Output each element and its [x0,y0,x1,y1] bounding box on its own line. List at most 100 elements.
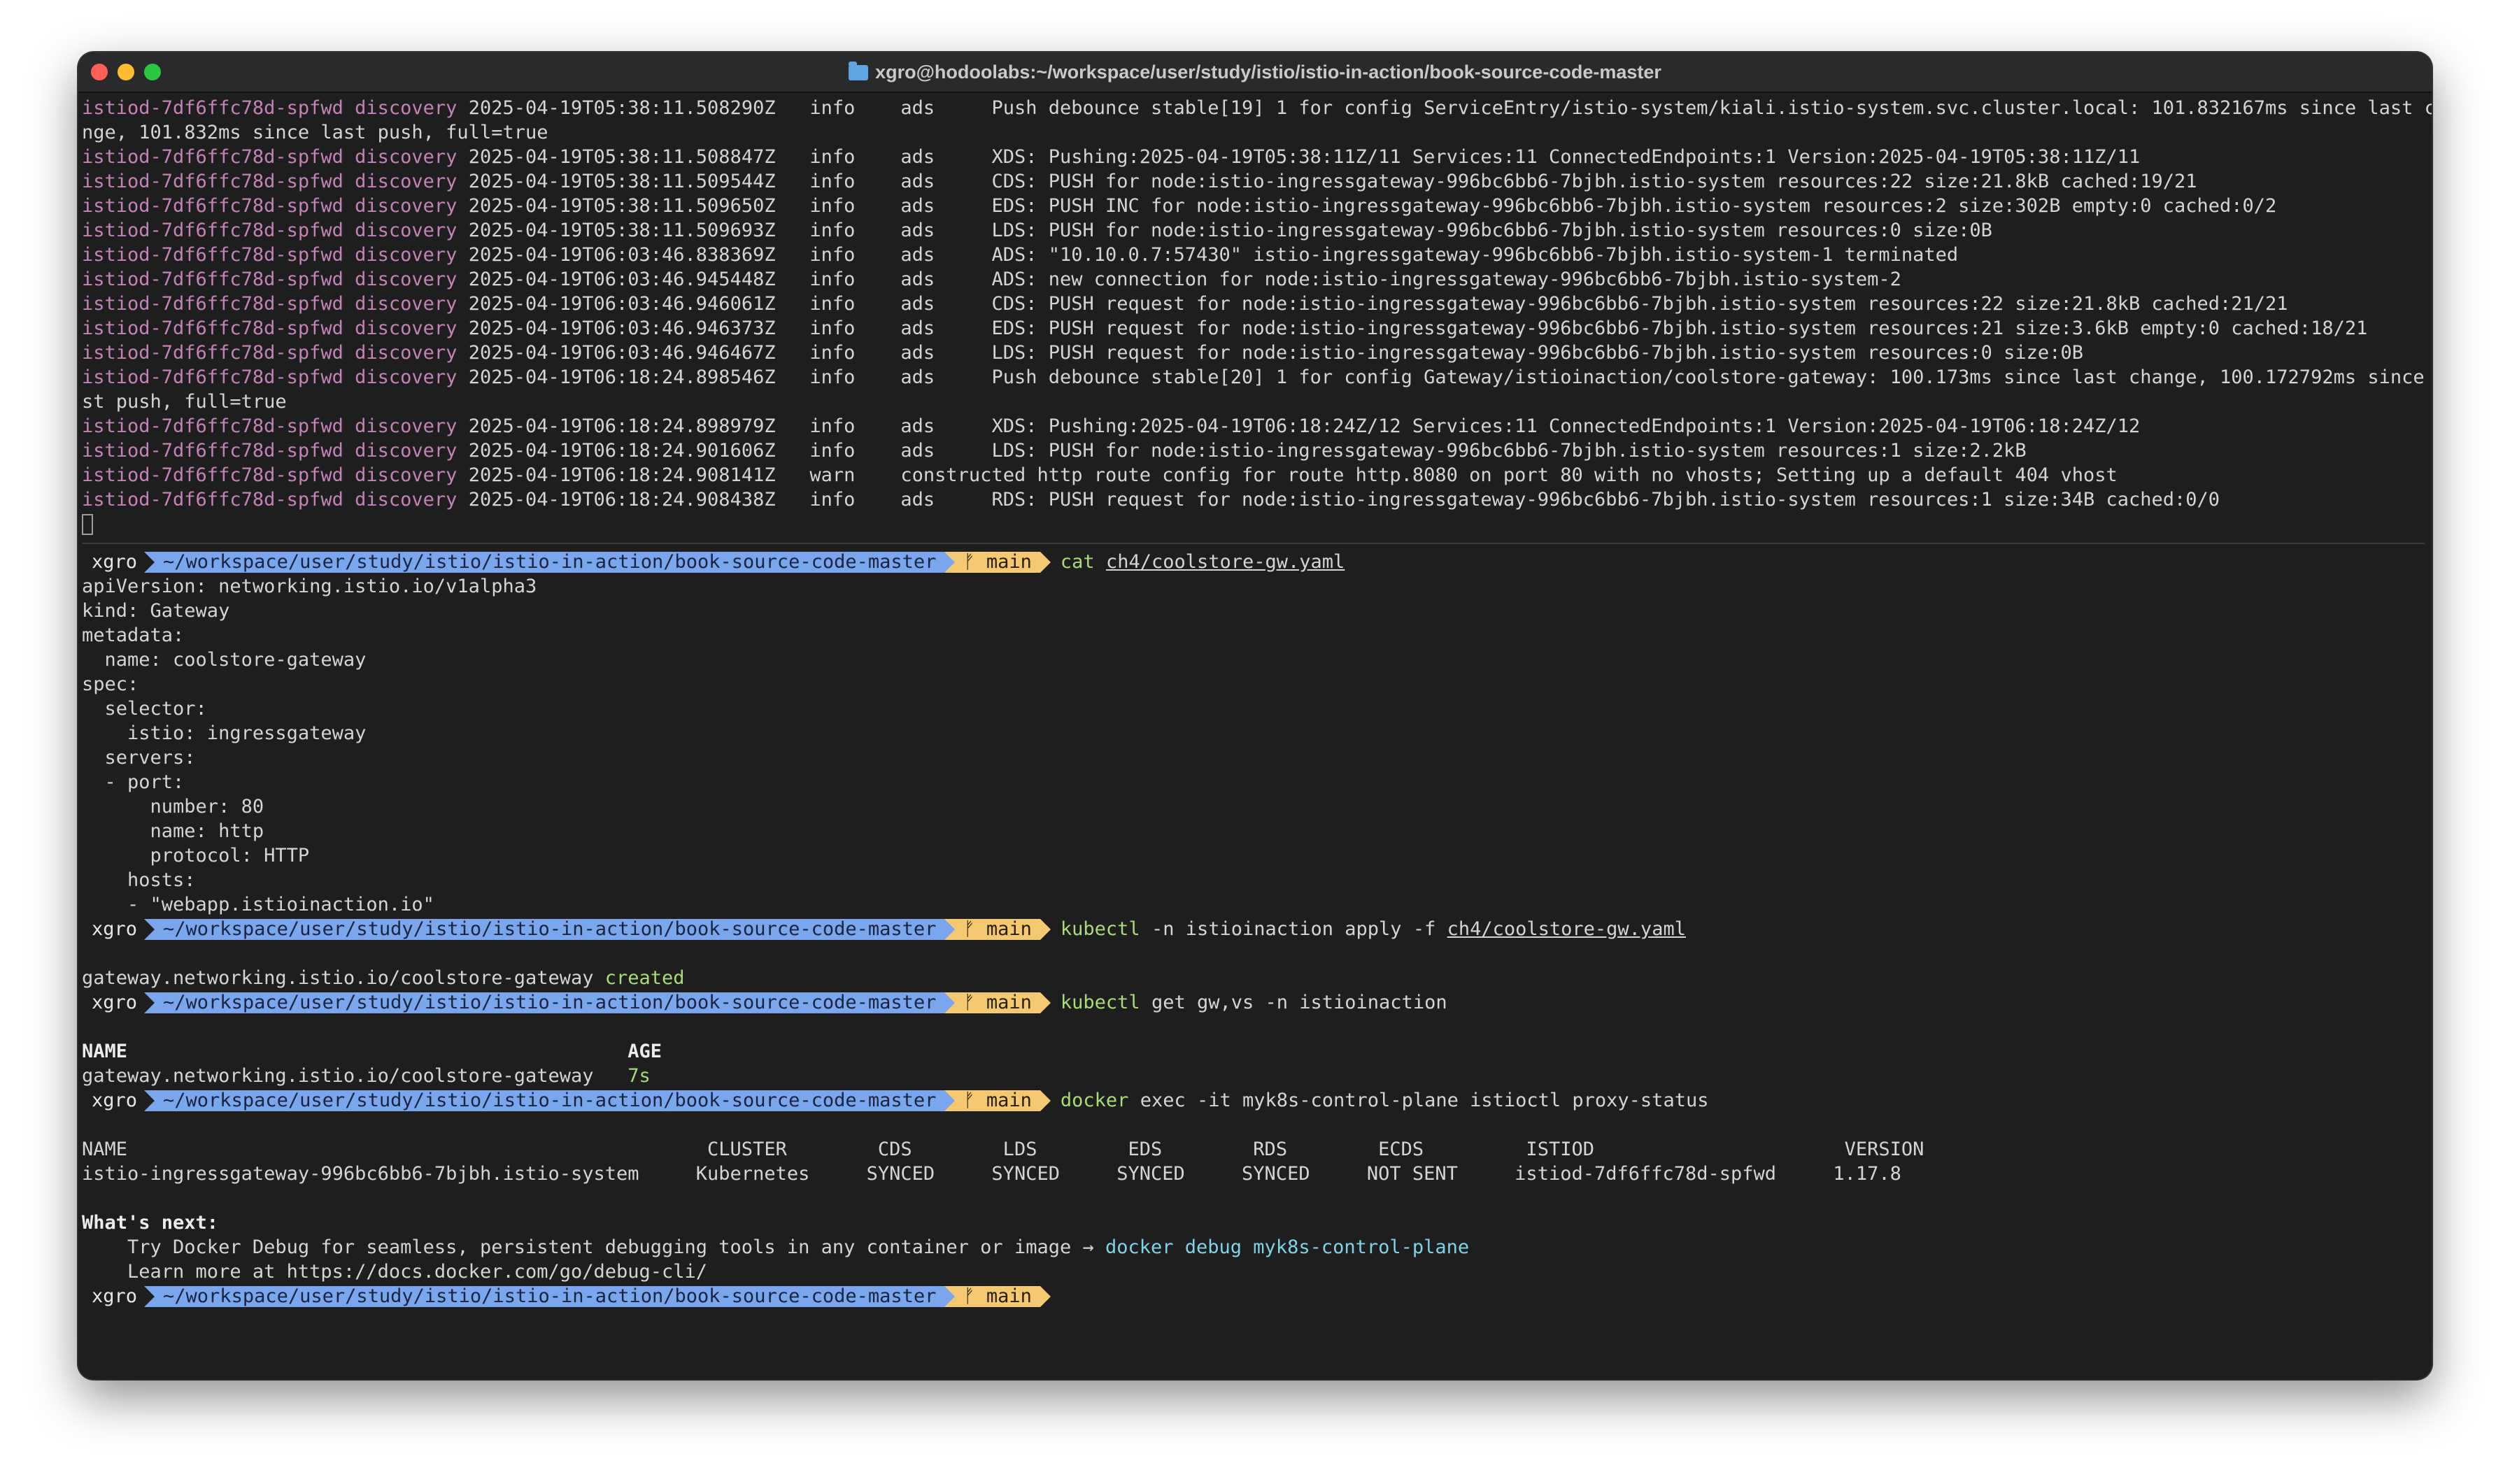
docker-debug-command: docker debug myk8s-control-plane [1105,1236,1470,1258]
prompt-user: xgro [82,992,145,1013]
log-line: istiod-7df6ffc78d-spfwd discovery 2025-0… [82,169,2425,194]
log-line: istiod-7df6ffc78d-spfwd discovery 2025-0… [82,267,2425,292]
log-line: nge, 101.832ms since last push, full=tru… [82,120,2425,145]
prompt-separator-arrow [944,918,956,940]
log-text: 2025-04-19T06:18:24.898979Z info ads XDS… [457,415,2141,437]
shell-prompt: xgro ~/workspace/user/study/istio/istio-… [82,990,2425,1015]
prompt-path: ~/workspace/user/study/istio/istio-in-ac… [155,992,945,1013]
prompt-separator-arrow [944,1090,956,1111]
command: docker exec -it myk8s-control-plane isti… [1061,1088,1709,1113]
log-pod-name: istiod-7df6ffc78d-spfwd discovery [82,244,458,266]
yaml-line: metadata: [82,625,185,646]
prompt-path: ~/workspace/user/study/istio/istio-in-ac… [155,1090,945,1111]
prompt-end-arrow [1040,1285,1051,1307]
command-args: get gw,vs -n istioinaction [1140,992,1447,1013]
close-button[interactable] [91,64,108,80]
yaml-line: selector: [82,698,207,720]
resource-name: gateway.networking.istio.io/coolstore-ga… [82,967,605,989]
log-pod-name: istiod-7df6ffc78d-spfwd discovery [82,440,458,462]
command: kubectl get gw,vs -n istioinaction [1061,990,1447,1015]
command-bin: docker [1060,1090,1129,1111]
whats-next-text: Try Docker Debug for seamless, persisten… [82,1236,1105,1258]
log-pod-name: istiod-7df6ffc78d-spfwd discovery [82,318,458,339]
log-line: istiod-7df6ffc78d-spfwd discovery 2025-0… [82,218,2425,243]
log-line: istiod-7df6ffc78d-spfwd discovery 2025-0… [82,96,2432,120]
cursor [82,514,93,535]
table-row: gateway.networking.istio.io/coolstore-ga… [82,1064,2425,1088]
log-line: istiod-7df6ffc78d-spfwd discovery 2025-0… [82,463,2425,487]
cursor-line [82,512,2425,540]
prompt-separator-arrow [144,1090,155,1111]
log-pod-name: istiod-7df6ffc78d-spfwd discovery [82,97,458,119]
yaml-line: hosts: [82,869,196,891]
log-line: istiod-7df6ffc78d-spfwd discovery 2025-0… [82,487,2425,512]
log-line: istiod-7df6ffc78d-spfwd discovery 2025-0… [82,414,2425,438]
log-line: istiod-7df6ffc78d-spfwd discovery 2025-0… [82,145,2425,169]
prompt-branch: ᚠ main [955,992,1040,1013]
log-line: istiod-7df6ffc78d-spfwd discovery 2025-0… [82,438,2425,463]
log-line: istiod-7df6ffc78d-spfwd discovery 2025-0… [82,243,2425,267]
window-controls [91,64,161,80]
prompt-end-arrow [1040,918,1051,940]
yaml-line: istio: ingressgateway [82,722,367,744]
log-text: 2025-04-19T05:38:11.509650Z info ads EDS… [457,195,2277,217]
yaml-line: name: coolstore-gateway [82,649,367,671]
log-text: 2025-04-19T06:03:46.945448Z info ads ADS… [457,269,1901,290]
log-pod-name: istiod-7df6ffc78d-spfwd discovery [82,146,458,168]
yaml-output: apiVersion: networking.istio.io/v1alpha3… [82,574,2425,917]
log-text: 2025-04-19T06:03:46.946061Z info ads CDS… [457,293,2288,315]
pane-separator [82,543,2425,544]
command-file: ch4/coolstore-gw.yaml [1105,551,1345,573]
log-text: 2025-04-19T06:18:24.908438Z info ads RDS… [457,489,2220,511]
prompt-separator-arrow [944,551,956,573]
command-args: -n istioinaction apply -f [1140,918,1447,940]
learn-more-line: Learn more at https://docs.docker.com/go… [82,1261,708,1283]
zoom-button[interactable] [144,64,161,80]
prompt-separator-arrow [144,1285,155,1307]
shell-prompt: xgro ~/workspace/user/study/istio/istio-… [82,1088,2425,1113]
prompt-separator-arrow [944,992,956,1013]
log-text: 2025-04-19T05:38:11.508847Z info ads XDS… [457,146,2141,168]
log-pod-name: istiod-7df6ffc78d-spfwd discovery [82,269,458,290]
terminal-window: xgro@hodoolabs:~/workspace/user/study/is… [78,52,2432,1379]
log-text: 2025-04-19T06:03:46.838369Z info ads ADS… [457,244,1959,266]
shell-prompt: xgro ~/workspace/user/study/istio/istio-… [82,917,2425,941]
log-line: istiod-7df6ffc78d-spfwd discovery 2025-0… [82,365,2425,390]
log-pod-name: istiod-7df6ffc78d-spfwd discovery [82,171,458,192]
log-line: istiod-7df6ffc78d-spfwd discovery 2025-0… [82,341,2425,365]
log-text: 2025-04-19T05:38:11.509693Z info ads LDS… [457,220,1992,241]
yaml-line: number: 80 [82,796,264,818]
prompt-branch: ᚠ main [955,551,1040,573]
log-line: st push, full=true [82,390,2425,414]
shell-prompt: xgro ~/workspace/user/study/istio/istio-… [82,550,2425,574]
log-text: 2025-04-19T06:18:24.901606Z info ads LDS… [457,440,2027,462]
command-bin: kubectl [1060,918,1140,940]
title-bar: xgro@hodoolabs:~/workspace/user/study/is… [78,52,2432,93]
log-output: istiod-7df6ffc78d-spfwd discovery 2025-0… [82,96,2432,512]
yaml-line: name: http [82,820,264,842]
command-args: exec -it myk8s-control-plane istioctl pr… [1128,1090,1709,1111]
yaml-line: spec: [82,673,139,695]
log-text: nge, 101.832ms since last push, full=tru… [82,122,548,143]
table-header: NAME AGE [82,1041,662,1062]
folder-icon [849,62,869,80]
prompt-path: ~/workspace/user/study/istio/istio-in-ac… [155,1285,945,1307]
prompt-user: xgro [82,1090,145,1111]
command-file: ch4/coolstore-gw.yaml [1447,918,1686,940]
prompt-separator-arrow [944,1285,956,1307]
terminal-content[interactable]: istiod-7df6ffc78d-spfwd discovery 2025-0… [82,96,2432,1379]
proxy-status-header: NAME CLUSTER CDS LDS EDS RDS ECDS ISTIOD… [82,1139,1924,1160]
yaml-line: servers: [82,747,196,769]
status-created: created [604,967,685,989]
log-text: 2025-04-19T05:38:11.508290Z info ads Pus… [457,97,2432,119]
minimize-button[interactable] [118,64,134,80]
shell-prompt[interactable]: xgro ~/workspace/user/study/istio/istio-… [82,1284,2425,1308]
prompt-end-arrow [1040,1090,1051,1111]
apply-output: gateway.networking.istio.io/coolstore-ga… [82,966,2425,990]
command-bin: cat [1060,551,1095,573]
log-line: istiod-7df6ffc78d-spfwd discovery 2025-0… [82,194,2425,218]
log-pod-name: istiod-7df6ffc78d-spfwd discovery [82,195,458,217]
yaml-line: kind: Gateway [82,600,230,622]
whats-next-title: What's next: [82,1212,219,1234]
